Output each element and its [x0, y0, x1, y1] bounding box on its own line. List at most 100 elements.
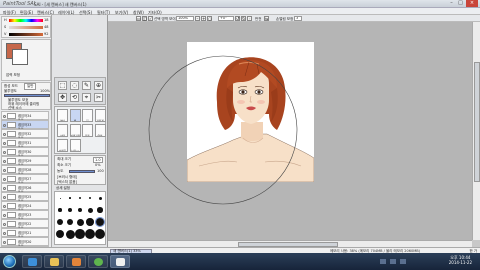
zoom-reset-icon[interactable]: ○	[207, 16, 212, 21]
layer-row[interactable]: 레이어23 표준	[1, 210, 49, 220]
tool-button[interactable]: 펜	[69, 109, 81, 122]
saturation-slider[interactable]	[9, 26, 43, 29]
tool-button[interactable]: 지우개	[94, 109, 106, 122]
brush-size-dot[interactable]	[65, 229, 75, 239]
brush-size-dot[interactable]	[57, 219, 63, 225]
maximize-button[interactable]: □	[456, 0, 465, 7]
layer-row[interactable]: 레이어30 표준	[1, 147, 49, 157]
tool-button[interactable]: 브러시	[69, 139, 81, 152]
brush-size-dot[interactable]	[58, 208, 62, 212]
density-slider[interactable]	[69, 170, 95, 173]
eye-icon[interactable]	[3, 231, 6, 235]
rotate-right-icon[interactable]: ↻	[241, 16, 246, 21]
vertical-scrollbar[interactable]	[472, 22, 480, 240]
eye-icon[interactable]	[3, 186, 6, 190]
eye-icon[interactable]	[3, 168, 6, 172]
invert-selection-icon[interactable]: ◫	[142, 16, 147, 21]
zoom-out-icon[interactable]: –	[195, 16, 200, 21]
eye-icon[interactable]	[3, 141, 6, 145]
eye-icon[interactable]	[3, 132, 6, 136]
zoom-field[interactable]: 100%	[176, 16, 194, 21]
tool-icon[interactable]: ✂	[94, 93, 103, 102]
brush-size-dot[interactable]	[75, 229, 85, 239]
tray-volume-icon[interactable]	[390, 259, 396, 264]
brush-size-dot[interactable]	[66, 218, 74, 226]
tool-icon[interactable]: ⊕	[94, 81, 103, 90]
layer-row[interactable]: 레이어22 표준	[1, 219, 49, 229]
texture-label[interactable]: [텍스처 없음]	[57, 180, 77, 185]
brush-size-dot[interactable]	[79, 197, 81, 199]
layer-row[interactable]: 레이어28 표준	[1, 165, 49, 175]
eye-icon[interactable]	[3, 240, 6, 244]
layer-row[interactable]: 레이어31 표준	[1, 138, 49, 148]
tool-button[interactable]: 선택	[57, 124, 68, 137]
minimize-button[interactable]: –	[447, 0, 456, 7]
value-slider[interactable]	[9, 33, 43, 36]
layer-row[interactable]: 레이어21 표준	[1, 228, 49, 238]
tool-icon[interactable]: ⌖	[82, 93, 91, 102]
tool-icon[interactable]: ⟲	[70, 93, 79, 102]
rotate-reset-icon[interactable]: ◦	[247, 16, 252, 21]
taskbar-ie[interactable]	[22, 255, 42, 268]
tool-button[interactable]: 물통	[82, 124, 93, 137]
horizontal-scrollbar[interactable]	[108, 240, 472, 247]
brush-size-dot[interactable]	[77, 207, 83, 213]
brush-size-dot[interactable]	[86, 218, 94, 226]
layer-row[interactable]: 레이어20 표준	[1, 237, 49, 247]
angle-field[interactable]: +0°	[218, 16, 234, 21]
brush-size-dot[interactable]	[69, 197, 71, 199]
layer-row[interactable]: 레이어26 표준	[1, 183, 49, 193]
brush-size-dot[interactable]	[59, 197, 61, 199]
tool-button[interactable]: 선택지우개	[69, 124, 81, 137]
layer-row[interactable]: 레이어24 표준	[1, 201, 49, 211]
zoom-in-icon[interactable]: +	[201, 16, 206, 21]
layer-row[interactable]: 레이어27 표준	[1, 174, 49, 184]
layer-row[interactable]: 레이어34 표준	[1, 111, 49, 121]
eye-icon[interactable]	[3, 195, 6, 199]
taskbar-explorer[interactable]	[44, 255, 64, 268]
close-button[interactable]: ×	[466, 0, 478, 7]
eye-icon[interactable]	[3, 114, 6, 118]
hue-slider[interactable]	[9, 19, 43, 22]
rotate-left-icon[interactable]: ↺	[235, 16, 240, 21]
layer-row[interactable]: 레이어29 표준	[1, 156, 49, 166]
blend-mode-select[interactable]: 일반	[24, 83, 37, 90]
tool-icon[interactable]: ✥	[58, 93, 67, 102]
tool-button[interactable]: 수채붓	[57, 139, 68, 152]
brush-size-dot[interactable]	[76, 218, 84, 226]
eye-icon[interactable]	[3, 159, 6, 163]
tool-button[interactable]: 연필	[94, 124, 106, 137]
brush-size-dot[interactable]	[87, 207, 93, 213]
layer-row[interactable]: 레이어25 표준	[1, 192, 49, 202]
background-color-swatch[interactable]	[12, 49, 28, 65]
tool-icon[interactable]: ✎	[82, 81, 91, 90]
tray-flag-icon[interactable]	[400, 259, 406, 264]
tool-icon[interactable]: ◌	[70, 81, 79, 90]
brush-size-dot[interactable]	[88, 196, 92, 200]
tool-button[interactable]: 에어	[57, 109, 68, 122]
taskbar-media[interactable]	[66, 255, 86, 268]
eye-icon[interactable]	[3, 150, 6, 154]
eye-icon[interactable]	[3, 204, 6, 208]
brush-size-dot[interactable]	[97, 207, 103, 213]
eye-icon[interactable]	[3, 213, 6, 217]
brush-size-dot[interactable]	[85, 229, 95, 239]
selection-source-icon[interactable]: ✓	[148, 16, 153, 21]
vertical-scroll-thumb[interactable]	[474, 62, 480, 182]
tool-icon[interactable]: ⬚	[58, 81, 67, 90]
eye-icon[interactable]	[3, 177, 6, 181]
start-button[interactable]	[3, 255, 16, 268]
brush-size-dot[interactable]	[68, 208, 72, 212]
brush-size-dot[interactable]	[95, 217, 105, 227]
layer-row[interactable]: 레이어32 표준	[1, 129, 49, 139]
brush-size-dot[interactable]	[94, 228, 106, 240]
stabilizer-field[interactable]: 3	[294, 16, 302, 21]
opacity-slider[interactable]	[4, 94, 50, 97]
tool-button[interactable]: 붓	[82, 109, 93, 122]
clock[interactable]: 오후 10:44 2014-11-22	[449, 255, 472, 265]
deselect-icon[interactable]: ▭	[136, 16, 141, 21]
brush-size-dot[interactable]	[55, 229, 65, 239]
eye-icon[interactable]	[3, 123, 6, 127]
eye-icon[interactable]	[3, 222, 6, 226]
taskbar-chrome[interactable]	[88, 255, 108, 268]
